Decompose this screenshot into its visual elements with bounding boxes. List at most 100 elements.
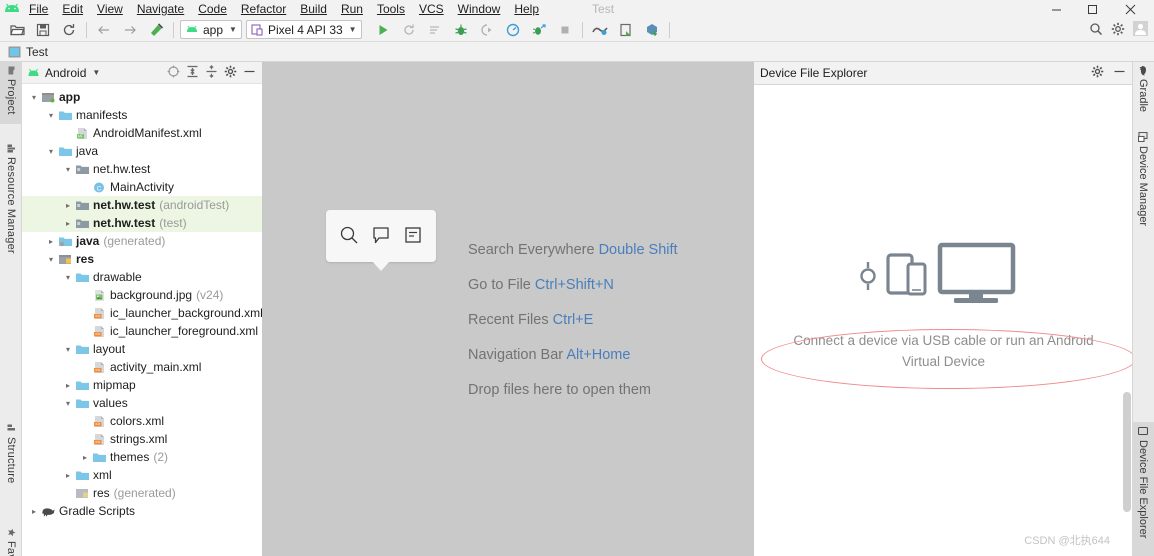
chevron-right-icon[interactable]: ▸ bbox=[62, 471, 74, 480]
tree-row[interactable]: <> colors.xml bbox=[22, 412, 262, 430]
chevron-down-icon[interactable]: ▾ bbox=[62, 273, 74, 282]
forward-arrow-icon[interactable] bbox=[117, 19, 143, 41]
sidebar-item-structure[interactable]: Structure bbox=[0, 420, 22, 506]
chevron-right-icon[interactable]: ▸ bbox=[79, 453, 91, 462]
chevron-down-icon[interactable]: ▾ bbox=[62, 345, 74, 354]
tree-row[interactable]: ▸ net.hw.test (test) bbox=[22, 214, 262, 232]
chevron-down-icon-project[interactable]: ▼ bbox=[92, 68, 100, 77]
navigation-bar-icon[interactable] bbox=[403, 225, 423, 248]
tree-row[interactable]: ▾ manifests bbox=[22, 106, 262, 124]
sidebar-item-gradle[interactable]: Gradle bbox=[1132, 62, 1154, 120]
menu-window[interactable]: Window bbox=[451, 0, 508, 18]
tree-row[interactable]: C MainActivity bbox=[22, 178, 262, 196]
tree-row[interactable]: ▸ xml bbox=[22, 466, 262, 484]
sdk-manager-icon[interactable] bbox=[587, 19, 613, 41]
device-file-explorer-scrollbar[interactable] bbox=[1123, 392, 1131, 512]
tree-row[interactable]: ▾ net.hw.test bbox=[22, 160, 262, 178]
menu-build[interactable]: Build bbox=[293, 0, 334, 18]
hide-panel-icon-dfe[interactable] bbox=[1113, 65, 1126, 81]
sync-refresh-icon[interactable] bbox=[56, 19, 82, 41]
run-icon[interactable] bbox=[370, 19, 396, 41]
sidebar-item-device-file-explorer[interactable]: Device File Explorer bbox=[1132, 422, 1154, 556]
sidebar-item-favorites-label: Favorites bbox=[5, 541, 17, 556]
save-all-icon[interactable] bbox=[30, 19, 56, 41]
select-opened-file-icon[interactable] bbox=[167, 65, 180, 81]
chevron-down-icon[interactable]: ▾ bbox=[28, 93, 40, 102]
menu-code[interactable]: Code bbox=[191, 0, 234, 18]
project-view-selector-label[interactable]: Android bbox=[45, 66, 86, 80]
tree-row[interactable]: ▾ values bbox=[22, 394, 262, 412]
chevron-down-icon[interactable]: ▾ bbox=[45, 111, 57, 120]
tree-row[interactable]: <> ic_launcher_background.xml bbox=[22, 304, 263, 322]
chevron-right-icon[interactable]: ▸ bbox=[62, 381, 74, 390]
chevron-down-icon[interactable]: ▾ bbox=[62, 165, 74, 174]
chevron-down-icon[interactable]: ▾ bbox=[45, 147, 57, 156]
avd-manager-icon[interactable] bbox=[613, 19, 639, 41]
gradle-sync-icon[interactable] bbox=[639, 19, 665, 41]
window-minimize-button[interactable] bbox=[1042, 0, 1070, 18]
tree-row[interactable]: ▸ themes (2) bbox=[22, 448, 262, 466]
device-selector-combo[interactable]: Pixel 4 API 33 ▼ bbox=[245, 20, 362, 39]
profiler-icon[interactable] bbox=[500, 19, 526, 41]
chevron-right-icon[interactable]: ▸ bbox=[62, 219, 74, 228]
comment-bubble-icon[interactable] bbox=[371, 225, 391, 248]
back-arrow-icon[interactable] bbox=[91, 19, 117, 41]
search-icon[interactable] bbox=[1089, 22, 1103, 39]
collapse-all-icon[interactable] bbox=[205, 64, 218, 81]
attach-debugger-icon[interactable] bbox=[526, 19, 552, 41]
sidebar-item-project[interactable]: Project bbox=[0, 62, 22, 124]
chevron-down-icon[interactable]: ▾ bbox=[45, 255, 57, 264]
sidebar-item-favorites[interactable]: Favorites bbox=[0, 524, 22, 556]
tree-row[interactable]: ▾ app bbox=[22, 88, 262, 106]
tree-row[interactable]: ▸ Gradle Scripts bbox=[22, 502, 262, 520]
tree-row[interactable]: MF AndroidManifest.xml bbox=[22, 124, 262, 142]
sidebar-item-resource-manager[interactable]: Resource Manager bbox=[0, 140, 22, 280]
tree-row[interactable]: ▾ layout bbox=[22, 340, 262, 358]
menu-file[interactable]: File bbox=[22, 0, 55, 18]
expand-all-icon[interactable] bbox=[186, 65, 199, 81]
tree-row[interactable]: res (generated) bbox=[22, 484, 262, 502]
chevron-down-icon[interactable]: ▾ bbox=[62, 399, 74, 408]
open-folder-icon[interactable] bbox=[4, 19, 30, 41]
tree-row[interactable]: ▾ java bbox=[22, 142, 262, 160]
tree-row[interactable]: ▾ res bbox=[22, 250, 262, 268]
debug-icon[interactable] bbox=[448, 19, 474, 41]
tree-row[interactable]: <>ic_launcher_foreground.xml(v… bbox=[22, 322, 284, 340]
window-maximize-button[interactable] bbox=[1078, 0, 1106, 18]
editor-empty-area: Search Everywhere Double Shift Go to Fil… bbox=[263, 62, 753, 556]
tree-row[interactable]: ▸ mipmap bbox=[22, 376, 262, 394]
apply-code-changes-icon[interactable] bbox=[422, 19, 448, 41]
chevron-right-icon[interactable]: ▸ bbox=[45, 237, 57, 246]
user-account-icon[interactable] bbox=[1133, 21, 1148, 39]
menu-edit[interactable]: Edit bbox=[55, 0, 90, 18]
build-hammer-icon[interactable] bbox=[143, 19, 169, 41]
menu-vcs[interactable]: VCS bbox=[412, 0, 451, 18]
chevron-right-icon[interactable]: ▸ bbox=[62, 201, 74, 210]
hide-panel-icon[interactable] bbox=[243, 65, 256, 81]
tree-row[interactable]: ▸ net.hw.test (androidTest) bbox=[22, 196, 262, 214]
settings-gear-icon[interactable] bbox=[1111, 22, 1125, 39]
module-selector-combo[interactable]: app ▼ bbox=[180, 20, 242, 39]
settings-gear-icon-project[interactable] bbox=[224, 65, 237, 81]
window-close-button[interactable] bbox=[1116, 0, 1144, 18]
menu-view[interactable]: View bbox=[90, 0, 130, 18]
stop-icon[interactable] bbox=[552, 19, 578, 41]
breadcrumb-label[interactable]: Test bbox=[26, 45, 48, 59]
menu-tools[interactable]: Tools bbox=[370, 0, 412, 18]
debug-attach-icon[interactable] bbox=[474, 19, 500, 41]
tree-row[interactable]: background.jpg (v24) bbox=[22, 286, 262, 304]
sidebar-item-device-manager[interactable]: Device Manager bbox=[1132, 128, 1154, 246]
apply-changes-icon[interactable] bbox=[396, 19, 422, 41]
tree-row[interactable]: <> activity_main.xml bbox=[22, 358, 262, 376]
menu-help[interactable]: Help bbox=[507, 0, 546, 18]
tree-row[interactable]: <> strings.xml bbox=[22, 430, 262, 448]
menu-navigate[interactable]: Navigate bbox=[130, 0, 191, 18]
chevron-right-icon[interactable]: ▸ bbox=[28, 507, 40, 516]
tree-row[interactable]: ▸ java (generated) bbox=[22, 232, 262, 250]
tree-row[interactable]: ▾ drawable bbox=[22, 268, 262, 286]
tree-row-label: themes bbox=[110, 450, 150, 464]
menu-refactor[interactable]: Refactor bbox=[234, 0, 293, 18]
settings-gear-icon-dfe[interactable] bbox=[1091, 65, 1104, 81]
menu-run[interactable]: Run bbox=[334, 0, 370, 18]
search-everywhere-icon[interactable] bbox=[339, 225, 359, 248]
